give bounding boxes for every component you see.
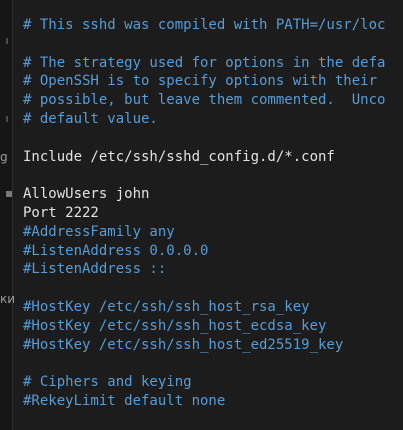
config-line[interactable]: AllowUsers john [23,185,403,204]
comment-line[interactable]: #ListenAddress :: [23,260,403,279]
config-line[interactable]: Include /etc/ssh/sshd_config.d/*.conf [23,148,403,167]
text-editor-window: g ▪ ки # This sshd was compiled with PAT… [0,0,403,430]
comment-line[interactable]: # Ciphers and keying [23,373,403,392]
comment-line[interactable]: # OpenSSH is to specify options with the… [23,72,403,91]
comment-line[interactable]: #HostKey /etc/ssh/ssh_host_rsa_key [23,298,403,317]
gutter-marker [6,38,8,44]
gutter-marker [6,116,8,122]
comment-line[interactable]: #HostKey /etc/ssh/ssh_host_ecdsa_key [23,317,403,336]
config-line[interactable]: Port 2222 [23,204,403,223]
blank-line[interactable] [23,166,403,185]
blank-line[interactable] [23,354,403,373]
gutter-divider [12,0,13,430]
comment-line[interactable]: #RekeyLimit default none [23,392,403,411]
comment-line[interactable]: #AddressFamily any [23,223,403,242]
blank-line[interactable] [23,129,403,148]
comment-line[interactable]: # This sshd was compiled with PATH=/usr/… [23,16,403,35]
comment-line[interactable]: #ListenAddress 0.0.0.0 [23,242,403,261]
code-editor[interactable]: # This sshd was compiled with PATH=/usr/… [23,16,403,411]
comment-line[interactable]: # The strategy used for options in the d… [23,54,403,73]
side-panel-fragment: ки [0,292,16,306]
side-panel-edge [0,0,12,430]
side-panel-fragment: ▪ [5,186,14,200]
comment-line[interactable]: # default value. [23,110,403,129]
comment-line[interactable]: # possible, but leave them commented. Un… [23,91,403,110]
comment-line[interactable]: #HostKey /etc/ssh/ssh_host_ed25519_key [23,336,403,355]
side-panel-fragment: g [0,150,8,164]
blank-line[interactable] [23,279,403,298]
blank-line[interactable] [23,35,403,54]
